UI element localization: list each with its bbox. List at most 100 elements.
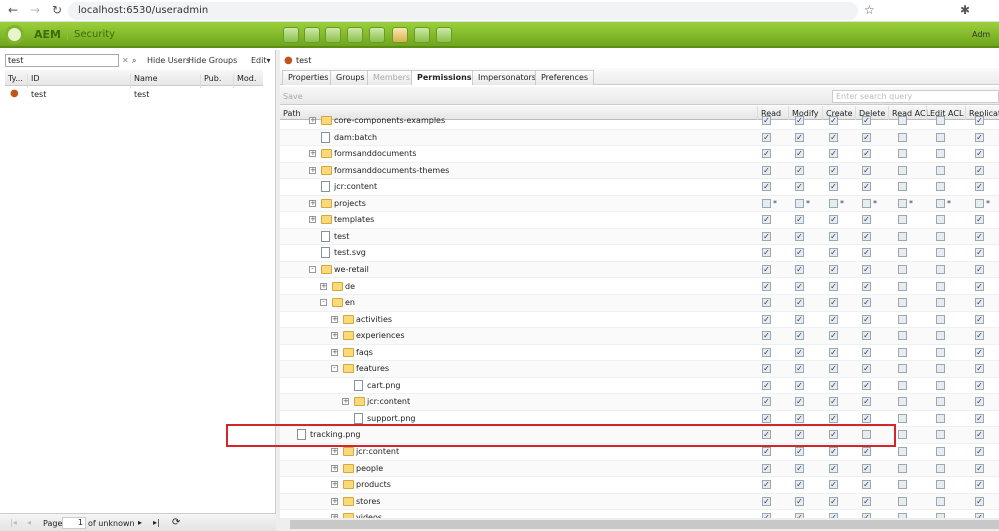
checkbox-create[interactable] bbox=[829, 198, 838, 208]
checkbox-delete[interactable]: ✓ bbox=[862, 364, 871, 374]
checkbox-edit-acl[interactable] bbox=[936, 132, 945, 142]
checkbox-read[interactable]: ✓ bbox=[762, 149, 771, 159]
checkbox-edit-acl[interactable] bbox=[936, 447, 945, 456]
horizontal-scrollbar[interactable] bbox=[280, 518, 999, 531]
checkbox-create[interactable]: ✓ bbox=[829, 331, 838, 341]
checkbox-replicate[interactable] bbox=[975, 198, 984, 208]
tab-properties[interactable]: Properties bbox=[282, 70, 335, 85]
checkbox-replicate[interactable]: ✓ bbox=[975, 480, 984, 490]
save-button[interactable]: Save bbox=[283, 92, 303, 101]
checkbox-read-acl[interactable] bbox=[898, 281, 907, 291]
checkbox-delete[interactable]: ✓ bbox=[862, 447, 871, 456]
checkbox-replicate[interactable]: ✓ bbox=[975, 380, 984, 390]
users-icon[interactable] bbox=[392, 27, 408, 43]
star-icon[interactable]: ☆ bbox=[864, 3, 875, 17]
checkbox-edit-acl[interactable] bbox=[936, 281, 945, 291]
refresh-icon[interactable]: ⟳ bbox=[172, 517, 180, 528]
edit-menu-button[interactable]: Edit▾ bbox=[251, 56, 271, 65]
checkbox-modify[interactable]: ✓ bbox=[795, 447, 804, 456]
checkbox-read[interactable]: ✓ bbox=[762, 314, 771, 324]
checkbox-replicate[interactable]: ✓ bbox=[975, 149, 984, 159]
checkbox-read-acl[interactable] bbox=[898, 264, 907, 274]
expand-icon[interactable]: + bbox=[320, 282, 327, 290]
checkbox-replicate[interactable]: ✓ bbox=[975, 430, 984, 440]
expand-icon[interactable]: + bbox=[309, 216, 316, 224]
col-id[interactable]: ID bbox=[27, 74, 40, 88]
checkbox-read-acl[interactable] bbox=[898, 231, 907, 241]
tree-row[interactable]: - en ✓ ✓ ✓ ✓ ✓ bbox=[280, 295, 999, 312]
checkbox-read-acl[interactable] bbox=[898, 463, 907, 473]
checkbox-replicate[interactable]: ✓ bbox=[975, 248, 984, 258]
checkbox-read[interactable]: ✓ bbox=[762, 496, 771, 506]
checkbox-modify[interactable]: ✓ bbox=[795, 364, 804, 374]
checkbox-create[interactable]: ✓ bbox=[829, 496, 838, 506]
checkbox-read-acl[interactable] bbox=[898, 496, 907, 506]
checkbox-edit-acl[interactable] bbox=[936, 165, 945, 175]
checkbox-delete[interactable]: ✓ bbox=[862, 298, 871, 308]
checkbox-replicate[interactable]: ✓ bbox=[975, 215, 984, 225]
checkbox-create[interactable]: ✓ bbox=[829, 116, 838, 125]
tab-impersonators[interactable]: Impersonators bbox=[472, 70, 542, 85]
checkbox-edit-acl[interactable] bbox=[936, 463, 945, 473]
expand-icon[interactable]: + bbox=[331, 497, 338, 505]
collapse-icon[interactable]: - bbox=[309, 265, 316, 273]
tree-row[interactable]: - features ✓ ✓ ✓ ✓ ✓ bbox=[280, 361, 999, 378]
checkbox-read-acl[interactable] bbox=[898, 165, 907, 175]
tree-row[interactable]: + jcr:content ✓ ✓ ✓ ✓ ✓ bbox=[280, 394, 999, 411]
hide-users-button[interactable]: Hide Users bbox=[147, 56, 190, 65]
checkbox-read[interactable]: ✓ bbox=[762, 447, 771, 456]
checkbox-delete[interactable]: ✓ bbox=[862, 149, 871, 159]
checkbox-replicate[interactable]: ✓ bbox=[975, 182, 984, 192]
checkbox-edit-acl[interactable] bbox=[936, 248, 945, 258]
checkbox-modify[interactable]: ✓ bbox=[795, 248, 804, 258]
checkbox-read-acl[interactable] bbox=[898, 347, 907, 357]
expand-icon[interactable]: + bbox=[309, 166, 316, 174]
checkbox-replicate[interactable]: ✓ bbox=[975, 397, 984, 407]
tree-row[interactable]: + formsanddocuments ✓ ✓ ✓ ✓ ✓ bbox=[280, 146, 999, 163]
tree-row[interactable]: + core-components-examples ✓ ✓ ✓ ✓ ✓ bbox=[280, 113, 999, 130]
first-page-icon[interactable]: |◂ bbox=[10, 518, 17, 527]
checkbox-edit-acl[interactable] bbox=[936, 364, 945, 374]
checkbox-modify[interactable]: ✓ bbox=[795, 132, 804, 142]
checkbox-edit-acl[interactable] bbox=[936, 215, 945, 225]
expand-icon[interactable]: + bbox=[331, 348, 338, 356]
checkbox-read[interactable]: ✓ bbox=[762, 182, 771, 192]
collapse-icon[interactable]: - bbox=[320, 299, 327, 307]
checkbox-modify[interactable]: ✓ bbox=[795, 480, 804, 490]
checkbox-modify[interactable]: ✓ bbox=[795, 347, 804, 357]
checkbox-delete[interactable] bbox=[862, 198, 871, 208]
checkbox-read[interactable]: ✓ bbox=[762, 480, 771, 490]
checkbox-delete[interactable]: ✓ bbox=[862, 215, 871, 225]
checkbox-modify[interactable] bbox=[795, 198, 804, 208]
checkbox-delete[interactable]: ✓ bbox=[862, 380, 871, 390]
checkbox-delete[interactable]: ✓ bbox=[862, 165, 871, 175]
checkbox-edit-acl[interactable] bbox=[936, 182, 945, 192]
expand-icon[interactable]: + bbox=[331, 448, 338, 455]
checkbox-modify[interactable]: ✓ bbox=[795, 215, 804, 225]
next-page-icon[interactable]: ▸ bbox=[138, 518, 142, 527]
campaigns-icon[interactable] bbox=[347, 27, 363, 43]
checkbox-read-acl[interactable] bbox=[898, 132, 907, 142]
scrollbar-thumb[interactable] bbox=[290, 520, 999, 529]
checkbox-edit-acl[interactable] bbox=[936, 430, 945, 440]
checkbox-create[interactable]: ✓ bbox=[829, 281, 838, 291]
checkbox-create[interactable]: ✓ bbox=[829, 463, 838, 473]
checkbox-create[interactable]: ✓ bbox=[829, 397, 838, 407]
page-input[interactable]: 1 bbox=[62, 517, 86, 529]
table-row[interactable]: ● test test bbox=[5, 87, 263, 102]
checkbox-create[interactable]: ✓ bbox=[829, 149, 838, 159]
checkbox-delete[interactable]: ✓ bbox=[862, 397, 871, 407]
checkbox-modify[interactable]: ✓ bbox=[795, 231, 804, 241]
checkbox-edit-acl[interactable] bbox=[936, 198, 945, 208]
checkbox-read-acl[interactable] bbox=[898, 248, 907, 258]
checkbox-delete[interactable]: ✓ bbox=[862, 264, 871, 274]
checkbox-read[interactable]: ✓ bbox=[762, 264, 771, 274]
checkbox-read-acl[interactable] bbox=[898, 331, 907, 341]
checkbox-modify[interactable]: ✓ bbox=[795, 116, 804, 125]
checkbox-edit-acl[interactable] bbox=[936, 116, 945, 125]
tree-row[interactable]: + people ✓ ✓ ✓ ✓ ✓ bbox=[280, 460, 999, 478]
tree-row[interactable]: dam:batch ✓ ✓ ✓ ✓ ✓ bbox=[280, 129, 999, 147]
tree-row[interactable]: + products ✓ ✓ ✓ ✓ ✓ bbox=[280, 477, 999, 494]
tree-row[interactable]: test.svg ✓ ✓ ✓ ✓ ✓ bbox=[280, 245, 999, 262]
checkbox-delete[interactable]: ✓ bbox=[862, 248, 871, 258]
